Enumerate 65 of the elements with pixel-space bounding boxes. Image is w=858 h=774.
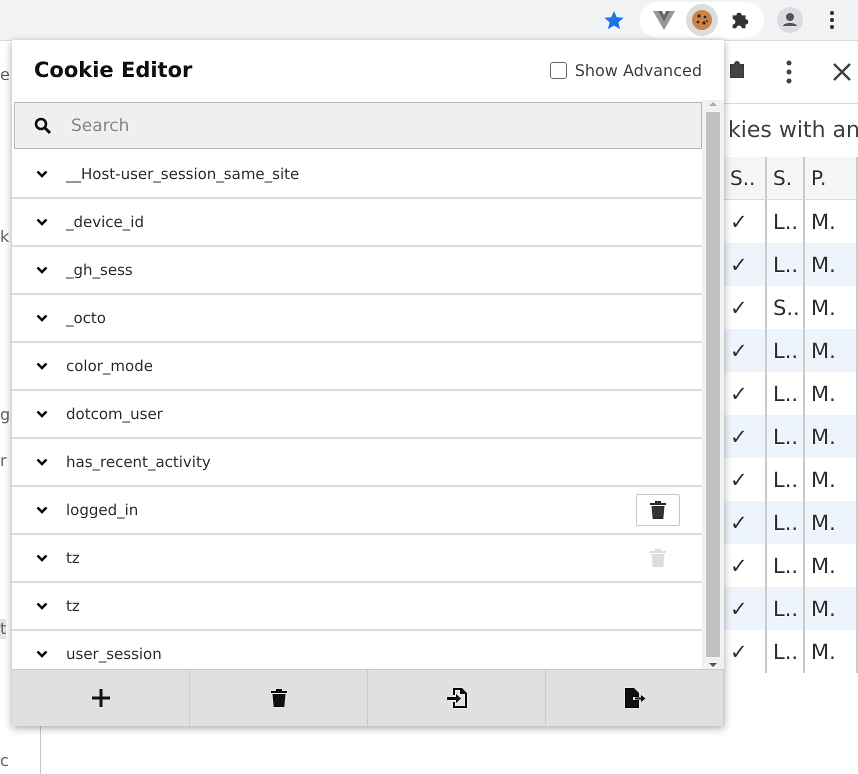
cookie-row[interactable]: tz [12, 583, 702, 631]
cookie-icon[interactable] [690, 8, 714, 32]
table-cell: ✓ [724, 501, 767, 544]
plus-icon [92, 689, 110, 707]
text-fragment: c [0, 751, 9, 771]
v-logo-icon[interactable] [653, 10, 675, 30]
table-cell: ✓ [724, 587, 767, 630]
table-cell: M. [805, 501, 858, 544]
cookie-row[interactable]: _device_id [12, 199, 702, 247]
cookie-row[interactable]: tz [12, 535, 702, 583]
trash-icon [650, 500, 666, 520]
chevron-down-icon [36, 170, 48, 178]
table-cell: L.. [767, 501, 805, 544]
table-cell: M. [805, 329, 858, 372]
chevron-down-icon [36, 602, 48, 610]
column-header[interactable]: S. [767, 157, 805, 200]
chevron-down-icon [36, 314, 48, 322]
chevron-down-icon [36, 362, 48, 370]
table-cell: M. [805, 587, 858, 630]
scrollbar[interactable] [702, 100, 724, 669]
search-icon [34, 117, 51, 134]
table-cell: ✓ [724, 415, 767, 458]
chevron-down-icon [36, 554, 48, 562]
trash-icon [270, 688, 286, 708]
table-cell: L.. [767, 329, 805, 372]
table-cell: M. [805, 243, 858, 286]
table-cell: L.. [767, 415, 805, 458]
chevron-down-icon [36, 650, 48, 658]
chevron-down-icon [36, 218, 48, 226]
star-icon[interactable] [603, 9, 625, 31]
table-cell: M. [805, 415, 858, 458]
text-fragment: r [0, 451, 7, 471]
menu-icon[interactable] [829, 10, 835, 30]
cookie-row[interactable]: __Host-user_session_same_site [12, 151, 702, 199]
table-cell: ✓ [724, 243, 767, 286]
show-advanced-checkbox[interactable]: Show Advanced [550, 60, 702, 80]
panel-text: kies with an [727, 117, 858, 145]
table-cell: L.. [767, 243, 805, 286]
search-field[interactable]: Search [14, 102, 702, 149]
cookie-row[interactable]: has_recent_activity [12, 439, 702, 487]
chevron-down-icon [36, 266, 48, 274]
column-header[interactable]: P. [805, 157, 858, 200]
file-export-icon [624, 687, 646, 709]
cookie-row[interactable]: _octo [12, 295, 702, 343]
profile-icon[interactable] [777, 7, 803, 33]
close-icon[interactable] [832, 62, 852, 82]
popup-title: Cookie Editor [34, 58, 192, 82]
cookie-row[interactable]: dotcom_user [12, 391, 702, 439]
delete-button[interactable] [636, 494, 680, 526]
cookie-row[interactable]: color_mode [12, 343, 702, 391]
trash-icon [650, 548, 666, 568]
text-fragment: t [0, 619, 6, 639]
chevron-down-icon [36, 458, 48, 466]
table-cell: L.. [767, 587, 805, 630]
text-fragment: e [0, 65, 10, 85]
text-fragment: k [0, 227, 10, 247]
table-cell: ✓ [724, 329, 767, 372]
chevron-down-icon [36, 506, 48, 514]
file-import-icon [446, 687, 468, 709]
cookie-row[interactable]: logged_in [12, 487, 702, 535]
more-icon[interactable] [786, 60, 792, 84]
column-header[interactable]: S.. [724, 157, 767, 200]
chevron-down-icon [36, 410, 48, 418]
text-fragment: g [0, 405, 10, 425]
cookie-row[interactable]: _gh_sess [12, 247, 702, 295]
